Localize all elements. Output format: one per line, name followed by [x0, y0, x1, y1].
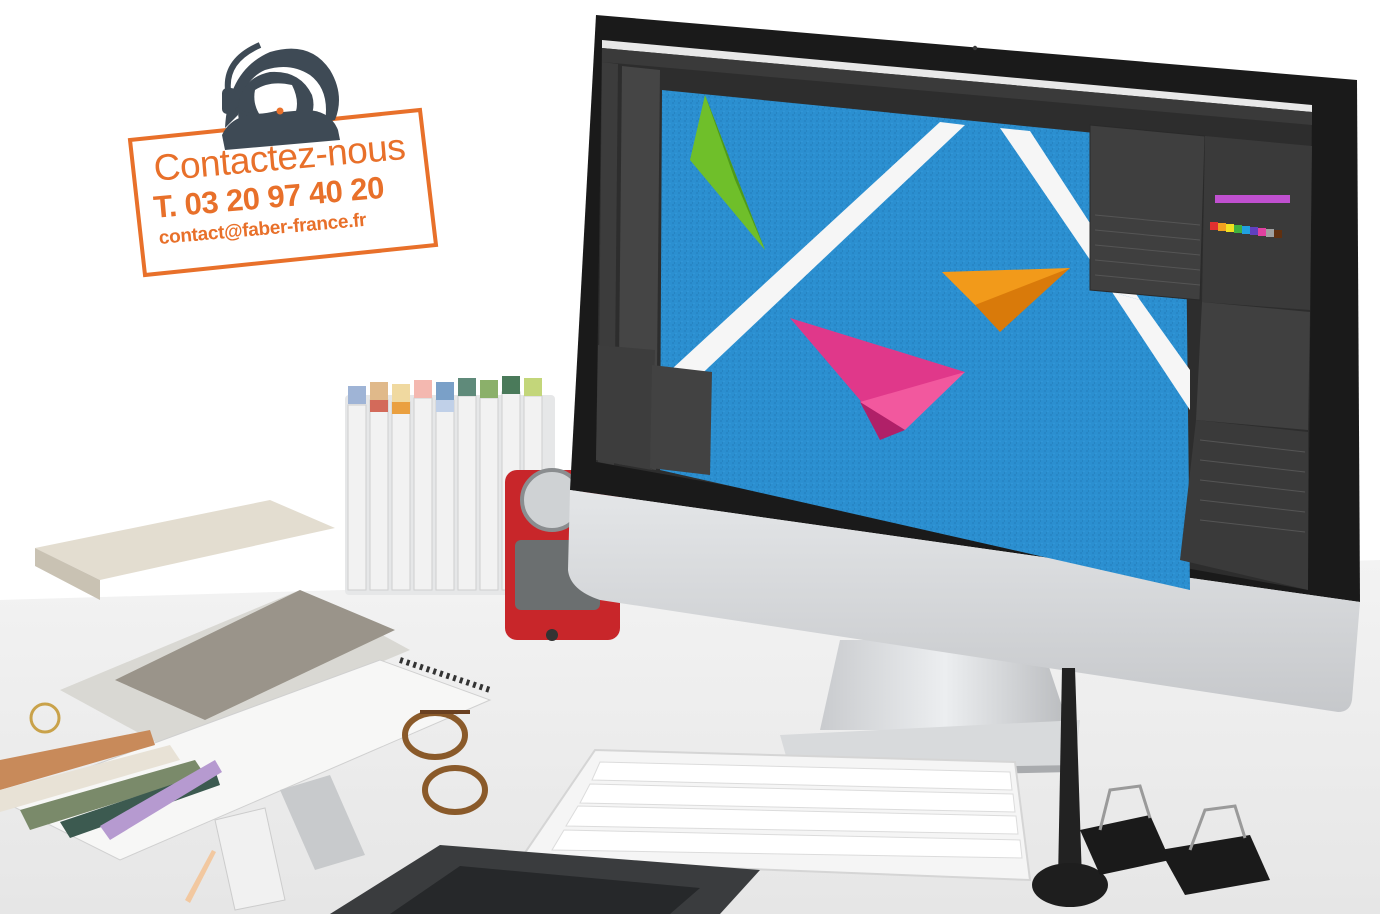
- desk-scene: [0, 15, 1380, 914]
